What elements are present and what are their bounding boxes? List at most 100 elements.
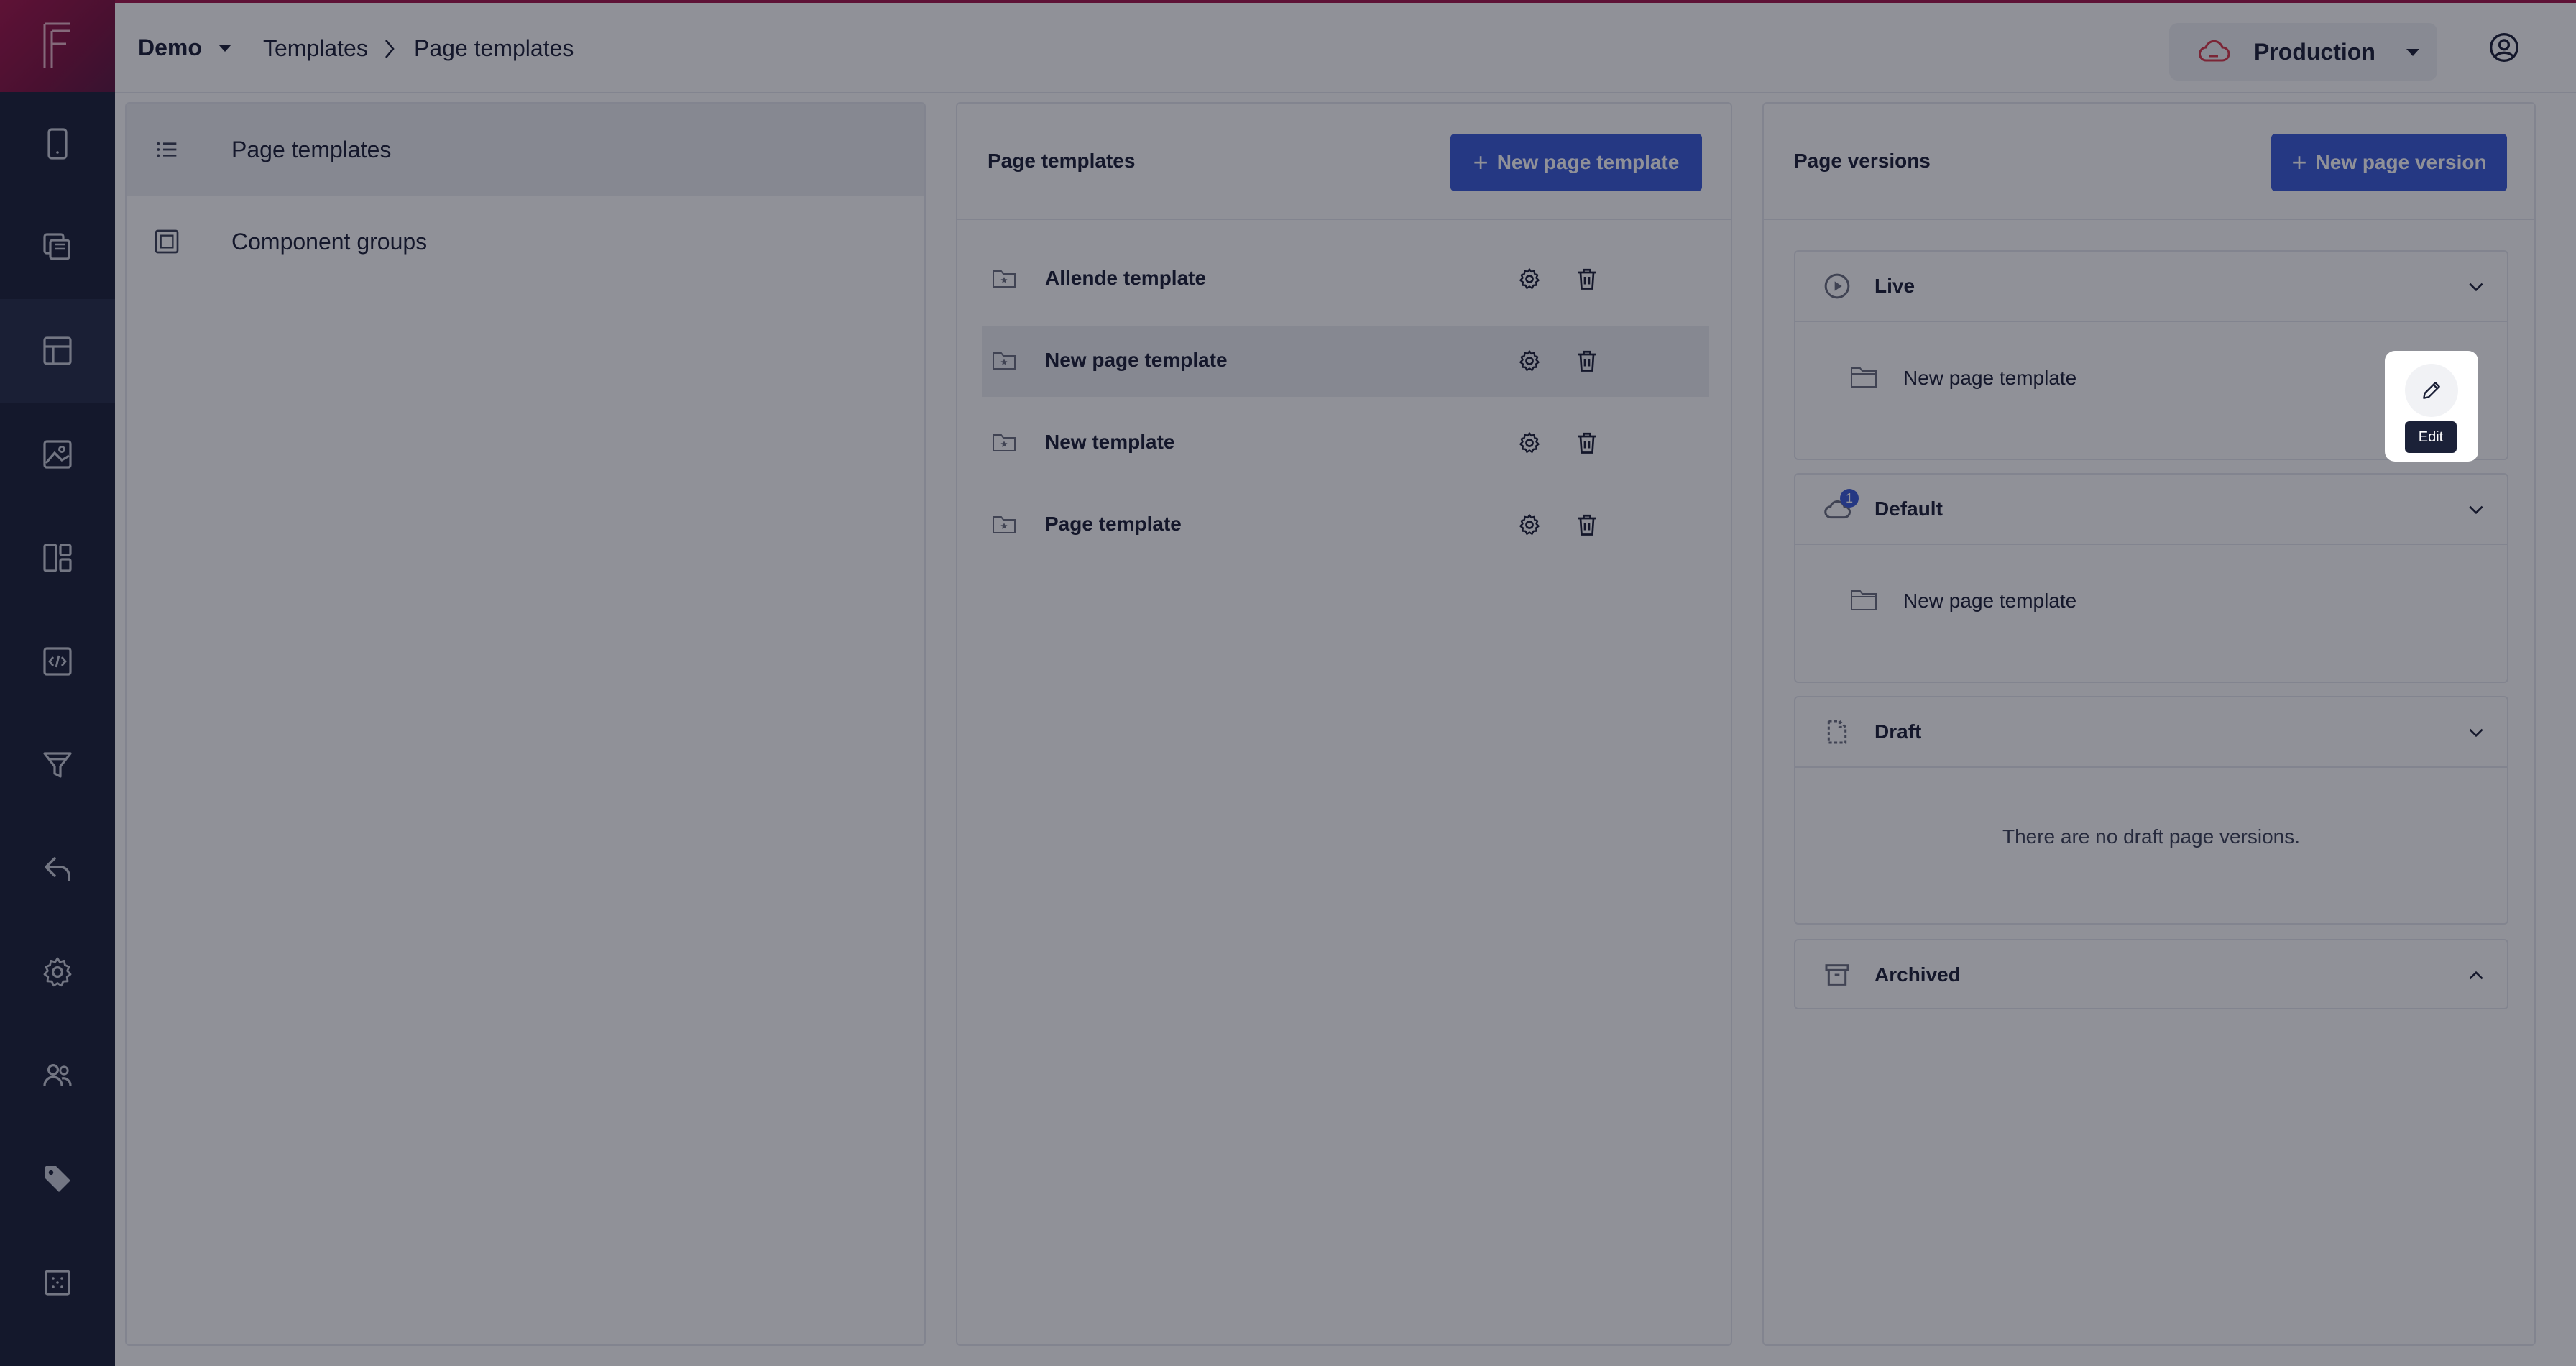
rail-users[interactable]: [0, 1024, 115, 1127]
left-rail: [0, 0, 115, 1366]
settings-icon[interactable]: [1517, 430, 1542, 456]
section-draft: Draft There are no draft page versions.: [1794, 696, 2508, 925]
template-row[interactable]: Allende template: [982, 244, 1709, 315]
settings-icon[interactable]: [1517, 512, 1542, 538]
environment-selector[interactable]: Production: [2169, 23, 2437, 81]
button-label: New page version: [2315, 151, 2487, 173]
edit-tooltip: Edit: [2405, 421, 2457, 453]
folder-star-icon: [993, 516, 1016, 533]
cloud-alert-icon: [2199, 40, 2230, 62]
section-title: Draft: [1874, 720, 1922, 743]
caret-down-icon[interactable]: [217, 43, 233, 53]
template-name: New page template: [1045, 349, 1228, 371]
nav-item-page-templates[interactable]: Page templates: [126, 104, 924, 196]
trash-icon[interactable]: [1574, 430, 1600, 456]
rail-copy[interactable]: [0, 196, 115, 299]
plus-icon: +: [1473, 147, 1489, 177]
breadcrumb-page-templates: Page templates: [414, 35, 574, 61]
panel-header: Page templates + New page template: [957, 104, 1731, 220]
section-title: Default: [1874, 498, 1943, 520]
template-row[interactable]: New template: [982, 408, 1709, 479]
layout-icon: [43, 336, 72, 365]
folder-star-icon: [993, 270, 1016, 288]
environment-label: Production: [2254, 39, 2375, 65]
empty-state-text: There are no draft page versions.: [2002, 825, 2300, 848]
logo-icon: [43, 22, 70, 68]
new-page-version-button[interactable]: + New page version: [2271, 134, 2507, 191]
rail-image[interactable]: [0, 403, 115, 506]
section-archived-header[interactable]: Archived: [1795, 940, 2507, 1009]
templates-nav-panel: Page templates Component groups: [125, 102, 926, 1346]
section-archived: Archived: [1794, 939, 2508, 1009]
code-icon: [43, 647, 72, 676]
edit-button[interactable]: [2405, 364, 2458, 417]
button-label: New page template: [1496, 151, 1680, 173]
archive-icon: [1825, 964, 1849, 986]
chevron-down-icon: [2469, 283, 2483, 292]
rail-grid[interactable]: [0, 1231, 115, 1334]
section-default-header[interactable]: 1 Default: [1795, 475, 2507, 544]
folder-icon: [1851, 367, 1877, 388]
chevron-right-icon: [385, 40, 395, 58]
square-icon: [155, 229, 179, 254]
section-draft-header[interactable]: Draft: [1795, 697, 2507, 766]
edit-spotlight: Edit: [2385, 351, 2478, 462]
settings-icon[interactable]: [1517, 348, 1542, 374]
rail-funnel[interactable]: [0, 713, 115, 817]
tag-icon: [45, 1166, 70, 1192]
template-row-selected[interactable]: New page template: [982, 326, 1709, 397]
version-name: New page template: [1903, 367, 2077, 389]
users-icon: [43, 1064, 72, 1086]
trash-icon[interactable]: [1574, 512, 1600, 538]
gear-icon: [43, 957, 72, 987]
rail-code[interactable]: [0, 610, 115, 713]
reply-icon: [45, 857, 70, 881]
count-badge: 1: [1840, 489, 1859, 508]
workspace-name[interactable]: Demo: [138, 35, 202, 61]
template-name: New template: [1045, 431, 1175, 453]
section-live-header[interactable]: Live: [1795, 252, 2507, 321]
panel-title: Page templates: [988, 150, 1136, 172]
section-title: Archived: [1874, 963, 1961, 986]
rail-settings[interactable]: [0, 920, 115, 1024]
list-icon: [157, 142, 177, 157]
top-bar: Demo Templates Page templates Production: [115, 0, 2576, 93]
panel-header: Page versions + New page version: [1764, 104, 2534, 220]
folder-star-icon: [993, 434, 1016, 451]
settings-icon[interactable]: [1517, 266, 1542, 292]
template-row[interactable]: Page template: [982, 490, 1709, 561]
nav-item-label: Component groups: [231, 228, 428, 255]
copy-icon: [43, 233, 70, 260]
cloud-icon: 1: [1823, 489, 1859, 523]
page-templates-panel: Page templates + New page template Allen…: [956, 102, 1732, 1346]
chevron-up-icon: [2469, 971, 2483, 980]
template-name: Page template: [1045, 513, 1182, 535]
new-page-template-button[interactable]: + New page template: [1450, 134, 1702, 191]
rail-reply[interactable]: [0, 817, 115, 920]
template-name: Allende template: [1045, 267, 1207, 289]
page-versions-panel: Page versions + New page version Live Ne…: [1762, 102, 2536, 1346]
section-body: There are no draft page versions.: [1795, 766, 2507, 925]
folder-icon: [1851, 590, 1877, 610]
trash-icon[interactable]: [1574, 266, 1600, 292]
draft-file-icon: [1827, 720, 1847, 744]
section-default: 1 Default New page template: [1794, 473, 2508, 683]
section-body: New page template: [1795, 544, 2507, 683]
panel-title: Page versions: [1794, 150, 1931, 172]
trash-icon[interactable]: [1574, 348, 1600, 374]
chevron-down-icon: [2469, 505, 2483, 515]
rail-dashboard[interactable]: [0, 506, 115, 610]
rail-layout[interactable]: [0, 299, 115, 403]
rail-mobile[interactable]: [0, 92, 115, 196]
folder-star-icon: [993, 352, 1016, 370]
section-title: Live: [1874, 275, 1915, 297]
app-logo[interactable]: [0, 0, 115, 92]
version-name: New page template: [1903, 590, 2077, 612]
rail-tags[interactable]: [0, 1127, 115, 1231]
breadcrumb-templates[interactable]: Templates: [263, 35, 368, 62]
nav-item-component-groups[interactable]: Component groups: [126, 196, 924, 288]
image-icon: [43, 440, 72, 469]
user-account-icon[interactable]: [2488, 32, 2520, 63]
funnel-icon: [43, 752, 72, 778]
mobile-icon: [47, 128, 68, 160]
